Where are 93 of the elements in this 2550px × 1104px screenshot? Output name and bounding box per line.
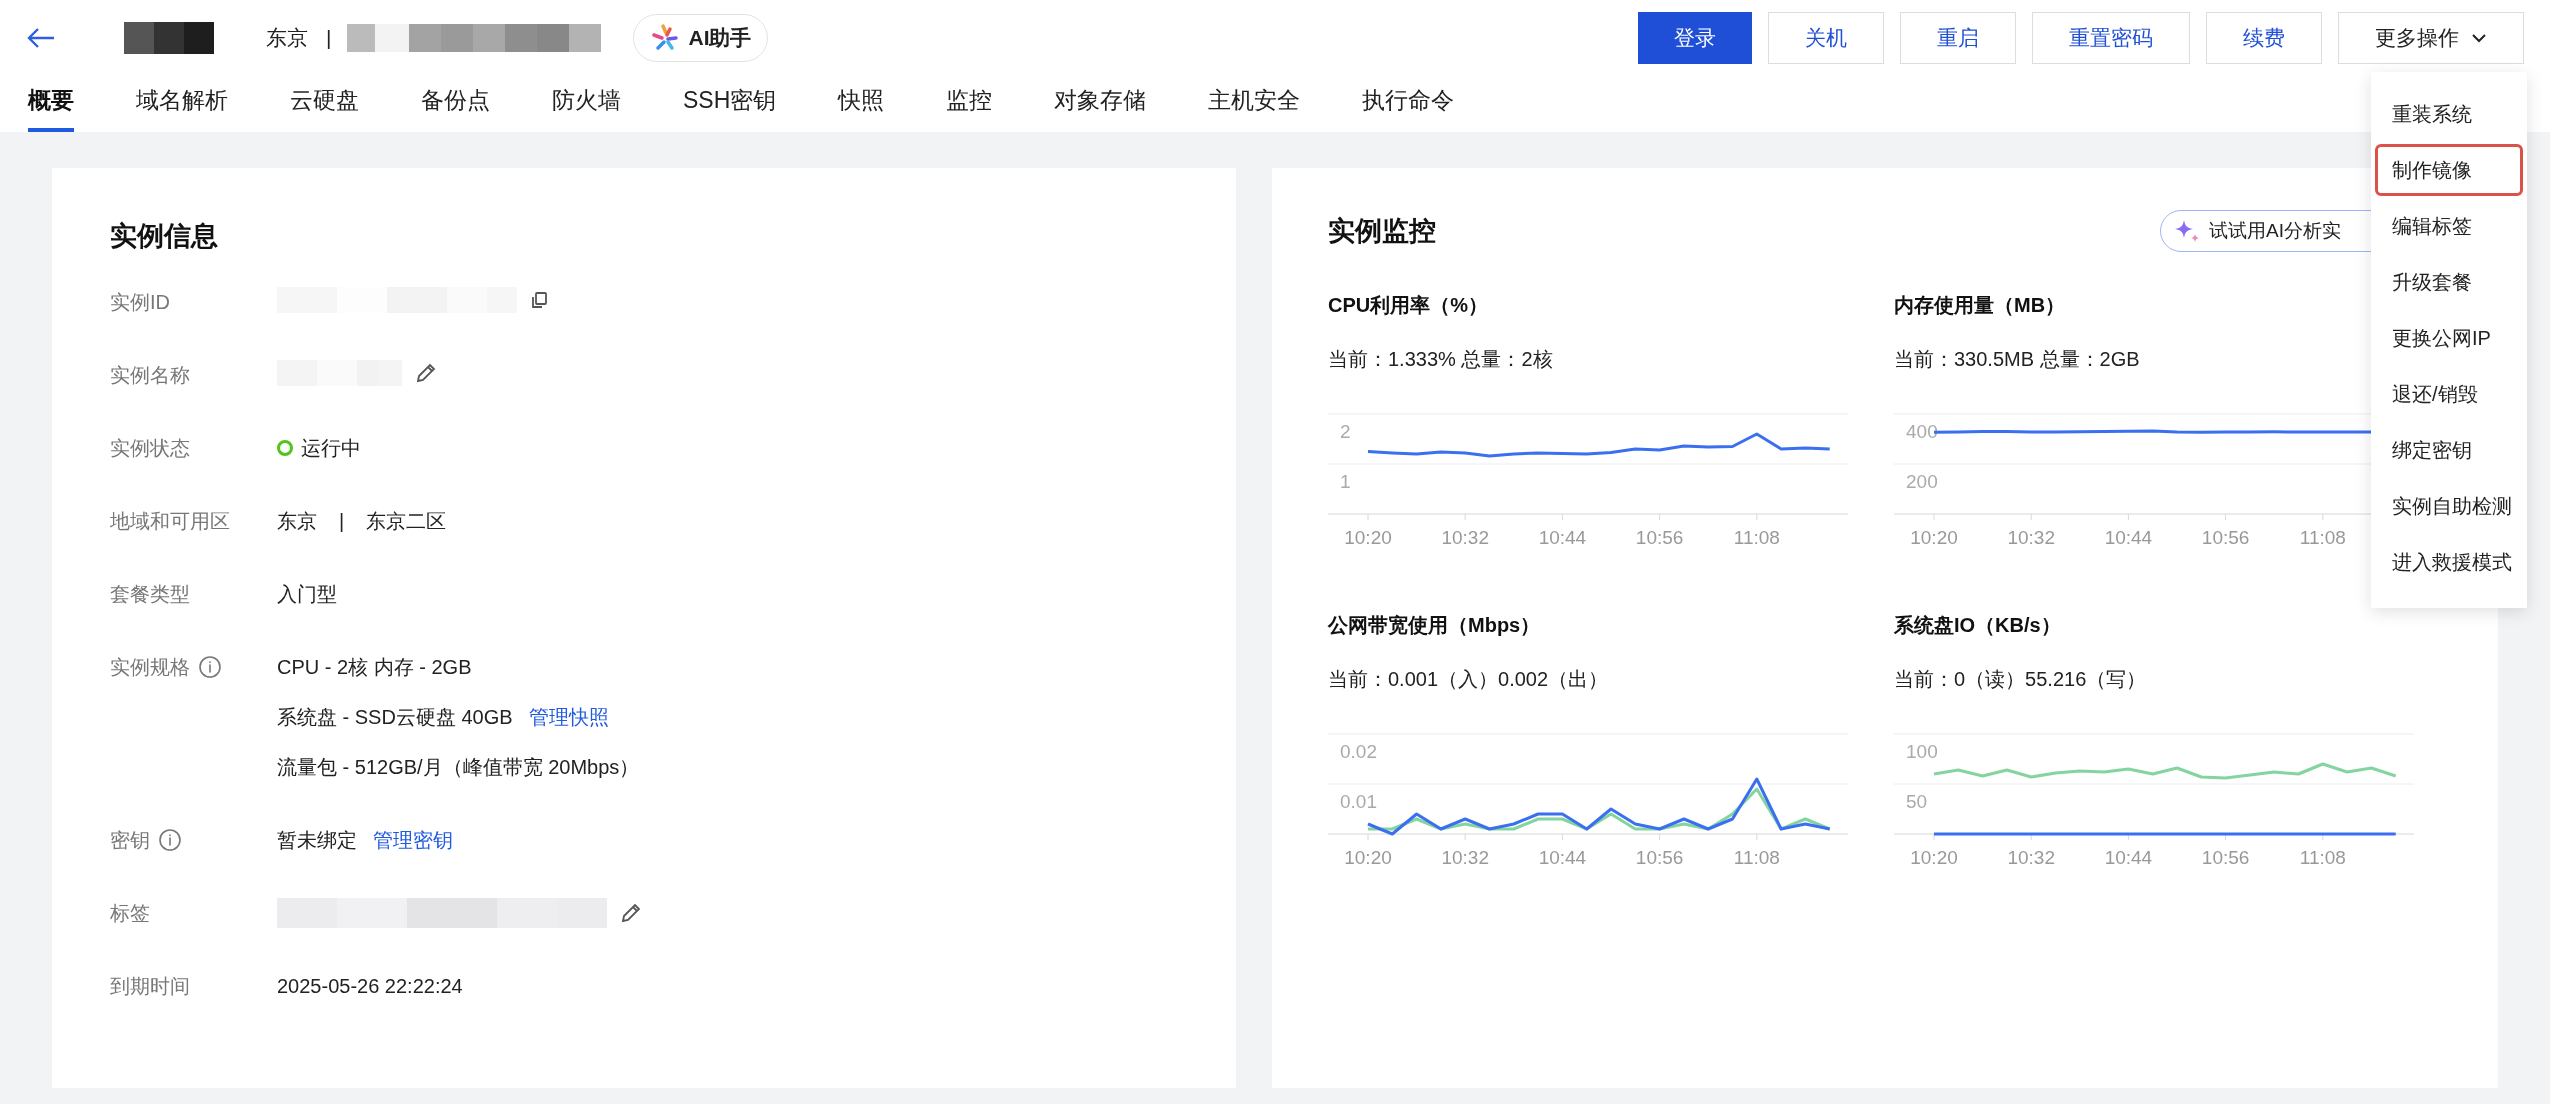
menu-item[interactable]: 绑定密钥	[2375, 424, 2523, 476]
action-button[interactable]: 重置密码	[2032, 12, 2190, 64]
current-reading: 当前：0.001（入）0.002（出）	[1328, 667, 1610, 692]
login-button[interactable]: 登录	[1638, 12, 1752, 64]
info-icon[interactable]	[198, 654, 222, 679]
separator: |	[326, 25, 332, 52]
status-text: 运行中	[301, 435, 361, 461]
axis-label: 10:44	[2104, 847, 2153, 868]
menu-item[interactable]: 更换公网IP	[2375, 312, 2523, 364]
action-button[interactable]: 续费	[2206, 12, 2322, 64]
axis-label: 10:20	[1344, 847, 1392, 868]
link[interactable]: 管理密钥	[373, 824, 453, 855]
field-value: 东京二区	[366, 508, 447, 534]
axis-label: 10:32	[2007, 847, 2055, 868]
axis-label: 10:56	[2201, 847, 2250, 868]
field-label: 套餐类型	[110, 581, 190, 607]
field-label: 地域和可用区	[110, 508, 230, 534]
ai-assistant-button[interactable]: AI助手	[633, 14, 769, 62]
logo-icon	[650, 23, 681, 53]
field-value: 东京	[277, 508, 317, 534]
separator: |	[339, 508, 345, 534]
axis-label: 10:20	[1344, 527, 1392, 548]
menu-item[interactable]: 升级套餐	[2375, 256, 2523, 308]
region-text: 东京	[266, 25, 308, 52]
axis-label: 11:08	[1733, 527, 1780, 548]
field-label: 密钥	[110, 827, 150, 853]
axis-label: 1	[1340, 471, 1351, 492]
menu-item[interactable]: 进入救援模式	[2375, 536, 2523, 588]
axis-label: 0.01	[1340, 791, 1377, 812]
card-title: 实例信息	[110, 220, 219, 253]
chart-title: 公网带宽使用（Mbps）	[1328, 613, 1542, 638]
tab[interactable]: SSH密钥	[683, 76, 777, 132]
tab[interactable]: 快照	[838, 76, 885, 132]
field-label: 实例状态	[110, 435, 190, 461]
card-title: 实例监控	[1328, 214, 1436, 248]
menu-item[interactable]: 制作镜像	[2375, 144, 2523, 196]
tab[interactable]: 概要	[28, 76, 74, 132]
axis-label: 50	[1906, 791, 1928, 812]
axis-label: 10:20	[1910, 847, 1958, 868]
current-reading: 当前：1.333% 总量：2核	[1328, 347, 1554, 372]
tab[interactable]: 对象存储	[1054, 76, 1147, 132]
axis-label: 2	[1340, 421, 1351, 442]
axis-label: 10:56	[1635, 847, 1684, 868]
menu-item[interactable]: 退还/销毁	[2375, 368, 2523, 420]
field-value: 入门型	[277, 581, 337, 607]
tab[interactable]: 云硬盘	[290, 76, 359, 132]
chevron-icon	[2471, 33, 2487, 43]
field-label: 实例ID	[110, 289, 170, 315]
menu-item[interactable]: 重装系统	[2375, 88, 2523, 140]
chart-title: 内存使用量（MB）	[1894, 293, 2067, 318]
axis-label: 10:56	[1635, 527, 1684, 548]
current-reading: 当前：330.5MB 总量：2GB	[1894, 347, 2141, 372]
axis-label: 10:44	[1538, 847, 1587, 868]
axis-label: 10:44	[1538, 527, 1587, 548]
tab[interactable]: 防火墙	[552, 76, 621, 132]
axis-label: 11:08	[2299, 847, 2346, 868]
tab[interactable]: 监控	[946, 76, 993, 132]
link[interactable]: 管理快照	[528, 701, 609, 732]
field-label: 标签	[110, 900, 150, 926]
axis-label: 10:32	[1441, 847, 1489, 868]
axis-label: 10:44	[2104, 527, 2153, 548]
action-button[interactable]: 关机	[1768, 12, 1884, 64]
info-icon[interactable]	[158, 827, 182, 852]
field-value: CPU - 2核 内存 - 2GB	[277, 654, 472, 680]
axis-label: 11:08	[2299, 527, 2346, 548]
field-label: 实例规格	[110, 654, 190, 680]
axis-label: 100	[1906, 741, 1938, 762]
field-label: 实例名称	[110, 362, 190, 388]
field-value: 流量包 - 512GB/月（峰值带宽 20Mbps）	[277, 754, 640, 780]
more-actions-button[interactable]: 更多操作	[2338, 12, 2524, 64]
back-arrow-icon[interactable]	[26, 27, 56, 49]
copy-icon[interactable]	[529, 289, 549, 310]
tab[interactable]: 域名解析	[136, 76, 228, 132]
axis-label: 10:32	[2007, 527, 2055, 548]
tab[interactable]: 备份点	[421, 76, 490, 132]
menu-item[interactable]: 实例自助检测	[2375, 480, 2523, 532]
axis-label: 10:32	[1441, 527, 1489, 548]
tab[interactable]: 执行命令	[1362, 76, 1455, 132]
axis-label: 11:08	[1733, 847, 1780, 868]
tab[interactable]: 主机安全	[1208, 76, 1301, 132]
chart-title: CPU利用率（%）	[1328, 293, 1489, 318]
action-button[interactable]: 重启	[1900, 12, 2016, 64]
axis-label: 10:20	[1910, 527, 1958, 548]
axis-label: 200	[1906, 471, 1938, 492]
axis-label: 0.02	[1340, 741, 1377, 762]
chart-title: 系统盘IO（KB/s）	[1894, 613, 2062, 638]
axis-label: 400	[1906, 421, 1938, 442]
field-value: 系统盘 - SSD云硬盘 40GB	[277, 704, 513, 730]
field-value: 2025-05-26 22:22:24	[277, 973, 463, 999]
axis-label: 10:56	[2201, 527, 2250, 548]
field-value: 暂未绑定	[277, 827, 357, 853]
field-label: 到期时间	[110, 973, 190, 999]
current-reading: 当前：0（读）55.216（写）	[1894, 667, 2148, 692]
